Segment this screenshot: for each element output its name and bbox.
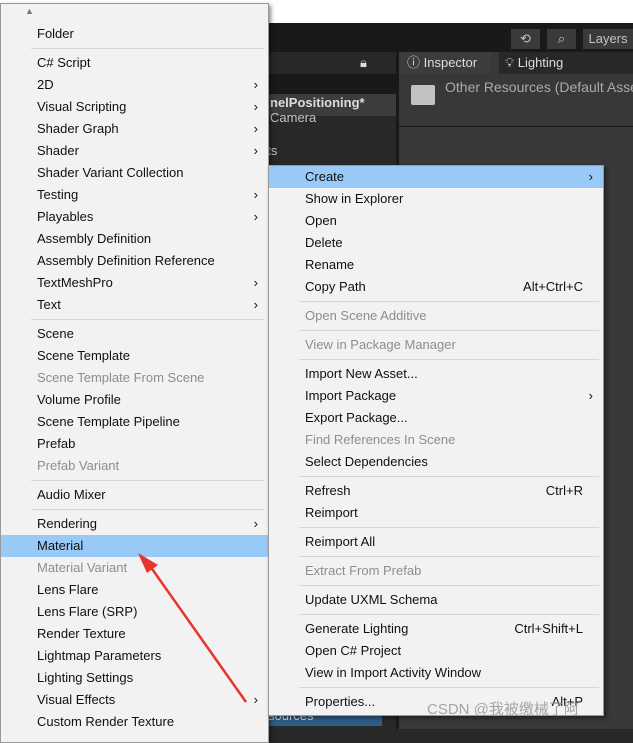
watermark: CSDN @我被缴械了阿 <box>427 701 579 718</box>
arrow-shaft <box>148 565 248 703</box>
arrow-head <box>138 553 158 573</box>
annotation-arrow <box>138 553 248 703</box>
